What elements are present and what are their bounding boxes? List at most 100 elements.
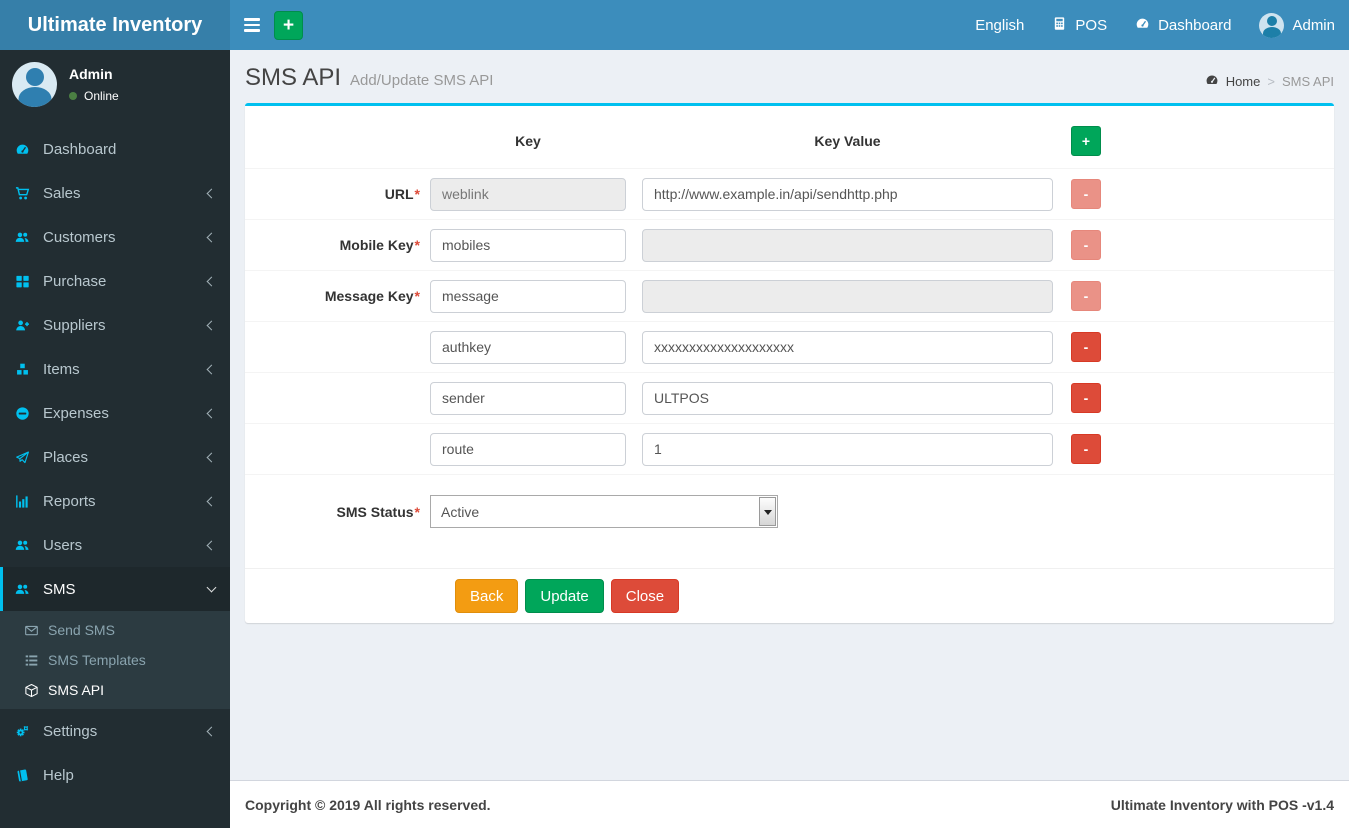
sidebar-item-places[interactable]: Places (0, 435, 230, 479)
close-button[interactable]: Close (610, 579, 680, 613)
key-value-input[interactable] (642, 381, 1053, 415)
sidebar-item-expenses[interactable]: Expenses (0, 391, 230, 435)
chevron-left-icon (206, 364, 217, 374)
sidebar-item-users[interactable]: Users (0, 523, 230, 567)
row-label: Message Key (324, 288, 414, 304)
key-input[interactable] (430, 228, 626, 262)
key-value-column-header: Key Value (814, 133, 881, 149)
sms-status-select-wrap: Active (430, 495, 778, 528)
user-avatar-icon (1259, 12, 1285, 38)
gauge-icon (15, 142, 43, 157)
main-content: SMS API Add/Update SMS API Home > SMS AP… (230, 50, 1349, 780)
required-asterisk: * (414, 503, 420, 520)
remove-row-button[interactable]: - (1071, 179, 1101, 209)
cube-icon (24, 683, 39, 698)
sidebar-item-items[interactable]: Items (0, 347, 230, 391)
nav-user-label: Admin (1292, 16, 1335, 34)
remove-row-button[interactable]: - (1071, 281, 1101, 311)
sidebar-item-sales[interactable]: Sales (0, 171, 230, 215)
calculator-icon (1052, 16, 1067, 35)
users-icon (15, 230, 43, 245)
users-icon (15, 582, 43, 597)
chevron-down-icon (206, 582, 217, 593)
key-input[interactable] (430, 432, 626, 466)
row-label: URL (384, 186, 414, 202)
nav-language[interactable]: English (961, 13, 1038, 38)
sms-status-row: SMS Status* Active (245, 475, 1334, 554)
form-row-mobile-key: Mobile Key* - (245, 220, 1334, 271)
sidebar-item-help[interactable]: Help (0, 753, 230, 797)
form-row-message-key: Message Key* - (245, 271, 1334, 322)
key-value-input[interactable] (642, 432, 1053, 466)
key-column-header: Key (515, 133, 541, 149)
nav-pos-label: POS (1075, 16, 1108, 34)
sidebar-menu: Dashboard Sales Customers Purchase Suppl… (0, 127, 230, 797)
key-input[interactable] (430, 381, 626, 415)
remove-row-button[interactable]: - (1071, 230, 1101, 260)
sidebar-item-sms[interactable]: SMS (0, 567, 230, 611)
cart-icon (15, 186, 43, 201)
breadcrumb-home-link[interactable]: Home (1226, 74, 1261, 89)
key-value-input[interactable] (642, 330, 1053, 364)
sidebar-item-customers[interactable]: Customers (0, 215, 230, 259)
chevron-left-icon (206, 452, 217, 462)
sms-submenu: Send SMS SMS Templates SMS API (0, 611, 230, 709)
user-avatar (12, 62, 57, 107)
sidebar-item-sms-api[interactable]: SMS API (0, 675, 230, 705)
version-text: Ultimate Inventory with POS -v1.4 (1110, 796, 1334, 813)
user-status-label: Online (84, 89, 119, 103)
remove-row-button[interactable]: - (1071, 332, 1101, 362)
required-asterisk: * (414, 288, 420, 304)
sidebar-toggle-button[interactable] (230, 0, 274, 50)
chevron-left-icon (206, 726, 217, 736)
sidebar-item-suppliers[interactable]: Suppliers (0, 303, 230, 347)
page-title: SMS API (245, 64, 342, 91)
form-row-authkey: - (245, 322, 1334, 373)
update-button[interactable]: Update (525, 579, 604, 613)
page-footer: Copyright © 2019 All rights reserved. Ul… (230, 780, 1349, 828)
list-icon (24, 653, 39, 668)
sidebar-item-sms-templates[interactable]: SMS Templates (0, 645, 230, 675)
sidebar-item-reports[interactable]: Reports (0, 479, 230, 523)
nav-user-menu[interactable]: Admin (1245, 12, 1349, 38)
sidebar-item-settings[interactable]: Settings (0, 709, 230, 753)
sms-status-select[interactable]: Active (430, 495, 778, 528)
chevron-left-icon (206, 276, 217, 286)
form-footer: Back Update Close (245, 568, 1334, 623)
form-header-row: Key Key Value + (245, 114, 1334, 169)
remove-row-button[interactable]: - (1071, 383, 1101, 413)
home-gauge-icon (1205, 73, 1219, 90)
sidebar-item-purchase[interactable]: Purchase (0, 259, 230, 303)
minus-circle-icon (15, 406, 43, 421)
key-input[interactable] (430, 177, 626, 211)
nav-language-label: English (975, 16, 1025, 34)
quick-add-button[interactable]: + (274, 10, 303, 40)
required-asterisk: * (414, 186, 420, 202)
key-input[interactable] (430, 279, 626, 313)
users-icon (15, 538, 43, 553)
sms-status-label: SMS Status (336, 503, 414, 520)
nav-dashboard[interactable]: Dashboard (1121, 13, 1245, 38)
nav-pos[interactable]: POS (1038, 13, 1121, 38)
key-value-input[interactable] (642, 279, 1053, 313)
paper-plane-icon (15, 450, 43, 465)
key-input[interactable] (430, 330, 626, 364)
add-row-button[interactable]: + (1071, 126, 1101, 156)
sidebar-item-send-sms[interactable]: Send SMS (0, 615, 230, 645)
gears-icon (15, 724, 43, 739)
form-row-route: - (245, 424, 1334, 475)
brand-logo[interactable]: Ultimate Inventory (0, 0, 230, 50)
user-name: Admin (69, 66, 113, 82)
book-icon (15, 768, 43, 783)
nav-dashboard-label: Dashboard (1158, 16, 1232, 34)
chevron-left-icon (206, 540, 217, 550)
key-value-input[interactable] (642, 177, 1053, 211)
row-label: Mobile Key (339, 237, 414, 253)
remove-row-button[interactable]: - (1071, 434, 1101, 464)
sidebar-user-panel: Admin Online (0, 50, 230, 121)
form-row-sender: - (245, 373, 1334, 424)
key-value-input[interactable] (642, 228, 1053, 262)
breadcrumb-current: SMS API (1281, 74, 1334, 89)
back-button[interactable]: Back (455, 579, 519, 613)
sidebar-item-dashboard[interactable]: Dashboard (0, 127, 230, 171)
